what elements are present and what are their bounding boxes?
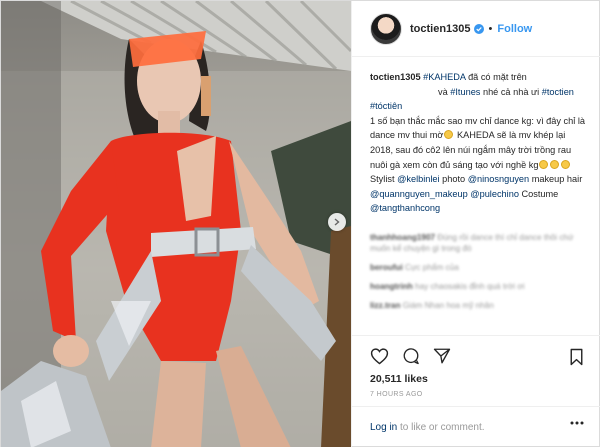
post-header: toctien1305 • Follow <box>352 1 600 57</box>
login-link[interactable]: Log in <box>370 422 397 433</box>
mention-quannguyen[interactable]: @quannguyen_makeup <box>370 189 468 199</box>
comment-text: hay chaosakis đỉnh quá trời ơi <box>415 281 525 291</box>
header-username[interactable]: toctien1305 <box>410 23 471 35</box>
chevron-right-icon <box>334 218 340 226</box>
heart-icon <box>370 347 389 364</box>
comment-item: thanhhoang1907 Đúng rồi dance thì chỉ da… <box>370 232 588 254</box>
comment-icon <box>403 347 419 364</box>
post-actions <box>352 335 600 375</box>
hashtag-kaheda[interactable]: #KAHEDA <box>423 72 465 82</box>
hashtag-toctien[interactable]: #toctien <box>542 87 574 97</box>
verified-icon <box>473 23 484 34</box>
comment-button[interactable] <box>402 347 420 365</box>
post-modal: toctien1305 • Follow toctien1305 #KAHEDA… <box>0 0 600 447</box>
save-button[interactable] <box>569 348 584 371</box>
caption-text: đã có mặt trên <box>465 72 527 82</box>
post-caption: toctien1305 #KAHEDA đã có mặt trên và #I… <box>370 70 588 216</box>
share-button[interactable] <box>433 347 451 365</box>
caption-text: Costume <box>518 188 559 199</box>
caption-text: makeup hair <box>529 174 583 185</box>
comment-text: Cực phẩm của <box>405 262 459 272</box>
like-button[interactable] <box>370 347 389 365</box>
like-count[interactable]: 20,511 likes <box>370 373 428 385</box>
hashtag-toctien-vn[interactable]: #tóctiên <box>370 101 402 111</box>
caption-text: và <box>438 86 451 97</box>
next-photo-button[interactable] <box>328 213 346 231</box>
share-icon <box>433 348 451 363</box>
follow-button[interactable]: Follow <box>497 23 532 35</box>
comment-item: lizz.tran Giám Nhan hoa mỹ nhân <box>370 300 588 311</box>
comment-username[interactable]: lizz.tran <box>370 301 400 310</box>
hashtag-itunes[interactable]: #Itunes <box>450 87 480 97</box>
caption-text: nhé cả nhà ưi <box>480 86 542 97</box>
header-separator: • <box>488 22 493 35</box>
mention-kelbinlei[interactable]: @kelbinlei <box>397 174 440 184</box>
caption-username[interactable]: toctien1305 <box>370 72 421 82</box>
comment-item: beroufui Cực phẩm của <box>370 262 588 273</box>
caption-text: photo <box>439 174 468 185</box>
more-options-button[interactable] <box>570 421 584 425</box>
emoji-icon <box>444 130 454 140</box>
comments-section: toctien1305 #KAHEDA đã có mặt trên và #I… <box>352 58 600 334</box>
caption-text: Stylist <box>370 174 398 185</box>
avatar[interactable] <box>370 12 402 45</box>
mention-pulechino[interactable]: @pulechino <box>470 189 519 199</box>
comment-username[interactable]: hoangtrinh <box>370 282 413 291</box>
emoji-icon <box>561 159 571 169</box>
emoji-icon <box>539 159 549 169</box>
mention-ninosnguyen[interactable]: @ninosnguyen <box>468 174 529 184</box>
comment-username[interactable]: thanhhoang1907 <box>370 233 435 242</box>
post-photo-image <box>1 1 351 447</box>
comment-text: Giám Nhan hoa mỹ nhân <box>402 300 494 310</box>
login-text: to like or comment. <box>397 422 485 433</box>
post-photo <box>1 1 351 447</box>
mention-tangthanhcong[interactable]: @tangthanhcong <box>370 203 440 213</box>
comment-username[interactable]: beroufui <box>370 263 403 272</box>
login-prompt: Log in to like or comment. <box>352 406 600 447</box>
bookmark-icon <box>570 348 583 366</box>
more-icon <box>570 421 584 425</box>
comment-item: hoangtrinh hay chaosakis đỉnh quá trời ơ… <box>370 281 588 292</box>
post-timestamp: 7 HOURS AGO <box>370 391 423 398</box>
emoji-icon <box>550 159 560 169</box>
post-side-panel: toctien1305 • Follow toctien1305 #KAHEDA… <box>351 1 600 447</box>
